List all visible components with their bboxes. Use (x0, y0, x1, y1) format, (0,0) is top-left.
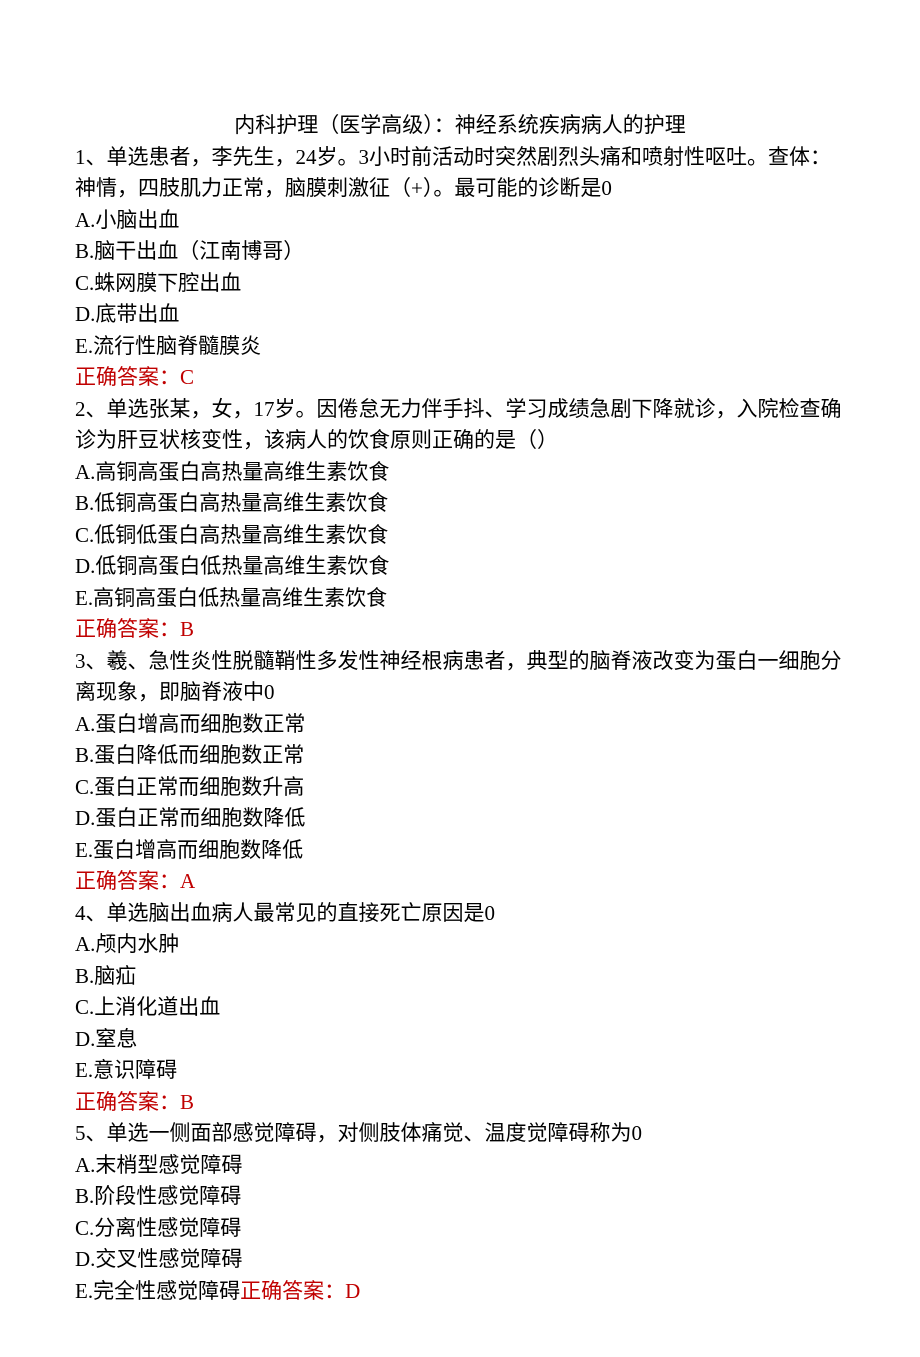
question-stem: 4、单选脑出血病人最常见的直接死亡原因是0 (75, 898, 845, 930)
question-option: D.低铜高蛋白低热量高维生素饮食 (75, 551, 845, 583)
question-option: B.低铜高蛋白高热量高维生素饮食 (75, 488, 845, 520)
question-option: B.脑疝 (75, 961, 845, 993)
question-option: C.蛋白正常而细胞数升高 (75, 772, 845, 804)
question-option: C.低铜低蛋白高热量高维生素饮食 (75, 520, 845, 552)
question-option: C.蛛网膜下腔出血 (75, 268, 845, 300)
question-option: C.上消化道出血 (75, 992, 845, 1024)
question-option-with-answer: E.完全性感觉障碍正确答案：D (75, 1276, 845, 1308)
question-option: E.蛋白增高而细胞数降低 (75, 835, 845, 867)
question-option: E.意识障碍 (75, 1055, 845, 1087)
question-option: D.底带出血 (75, 299, 845, 331)
question-option: B.蛋白降低而细胞数正常 (75, 740, 845, 772)
question-option: C.分离性感觉障碍 (75, 1213, 845, 1245)
question-option: E.流行性脑脊髓膜炎 (75, 331, 845, 363)
question-option: A.末梢型感觉障碍 (75, 1150, 845, 1182)
question-option: B.脑干出血（江南博哥） (75, 236, 845, 268)
question-stem: 3、羲、急性炎性脱髓鞘性多发性神经根病患者，典型的脑脊液改变为蛋白一细胞分离现象… (75, 646, 845, 709)
question-option: A.小脑出血 (75, 205, 845, 237)
question-option: A.蛋白增高而细胞数正常 (75, 709, 845, 741)
question-option: A.颅内水肿 (75, 929, 845, 961)
question-option: E.高铜高蛋白低热量高维生素饮食 (75, 583, 845, 615)
question-option: D.交叉性感觉障碍 (75, 1244, 845, 1276)
question-option: A.高铜高蛋白高热量高维生素饮食 (75, 457, 845, 489)
question-stem: 5、单选一侧面部感觉障碍，对侧肢体痛觉、温度觉障碍称为0 (75, 1118, 845, 1150)
answer-label: 正确答案：B (75, 614, 845, 646)
answer-label: 正确答案：C (75, 362, 845, 394)
answer-label: 正确答案：D (240, 1279, 360, 1303)
answer-label: 正确答案：A (75, 866, 845, 898)
question-option: D.窒息 (75, 1024, 845, 1056)
answer-label: 正确答案：B (75, 1087, 845, 1119)
question-option: B.阶段性感觉障碍 (75, 1181, 845, 1213)
question-option: D.蛋白正常而细胞数降低 (75, 803, 845, 835)
question-stem: 1、单选患者，李先生，24岁。3小时前活动时突然剧烈头痛和喷射性呕吐。查体：神情… (75, 142, 845, 205)
page-title: 内科护理（医学高级）：神经系统疾病病人的护理 (75, 110, 845, 142)
question-option: E.完全性感觉障碍 (75, 1279, 240, 1303)
question-stem: 2、单选张某，女，17岁。因倦怠无力伴手抖、学习成绩急剧下降就诊，入院检查确诊为… (75, 394, 845, 457)
